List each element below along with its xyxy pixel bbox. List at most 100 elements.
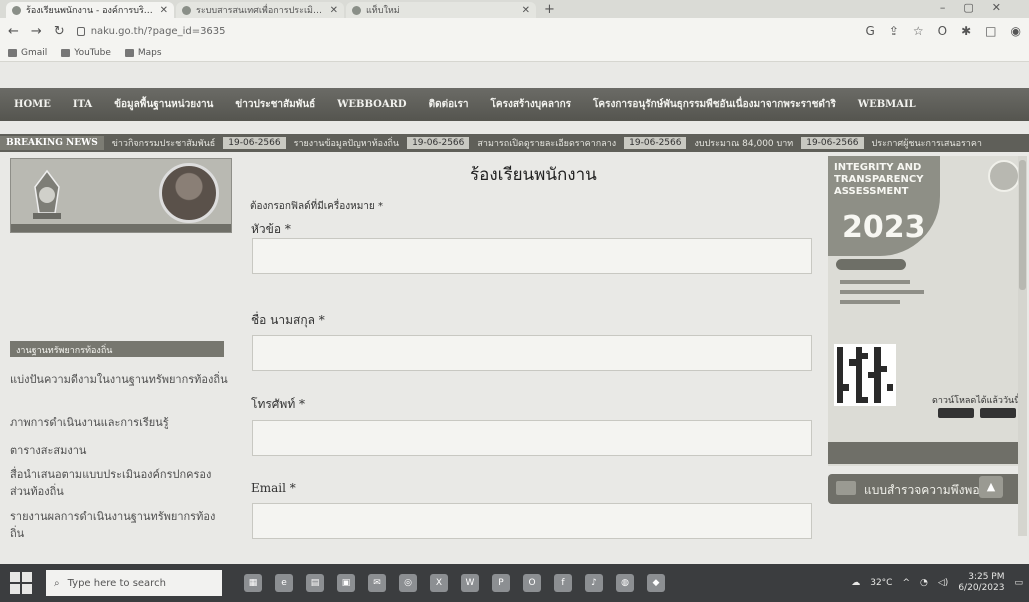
sidebar-heading: งานฐานทรัพยากรท้องถิ่น bbox=[10, 341, 224, 357]
star-icon[interactable]: ☆ bbox=[913, 24, 924, 38]
ita-title-line: ASSESSMENT bbox=[834, 186, 909, 197]
forward-arrow-icon[interactable]: → bbox=[31, 24, 42, 39]
nav-structure[interactable]: โครงสร้างบุคลากร bbox=[491, 97, 572, 112]
opera-icon[interactable]: O bbox=[523, 574, 541, 592]
gmail-icon bbox=[8, 48, 17, 57]
bookmark-gmail[interactable]: Gmail bbox=[8, 48, 47, 58]
sidebar-item[interactable]: สื่อนำเสนอตามแบบประเมินองค์กรปกครองส่วนท… bbox=[10, 466, 228, 500]
ticker-item[interactable]: สามารถเปิดดูรายละเอียดราคากลาง bbox=[477, 136, 616, 150]
survey-label: แบบสำรวจความพึงพอใจ bbox=[864, 483, 993, 497]
taskbar-search-placeholder: Type here to search bbox=[67, 577, 166, 589]
taskbar-clock[interactable]: 3:25 PM 6/20/2023 bbox=[958, 572, 1004, 594]
opera-icon[interactable]: O bbox=[938, 24, 947, 38]
breaking-news-label: BREAKING NEWS bbox=[0, 136, 104, 150]
window-controls[interactable]: –▢✕ bbox=[940, 1, 1019, 14]
ticker-date: 19-06-2566 bbox=[801, 137, 864, 149]
extensions-icon[interactable]: ✱ bbox=[961, 24, 971, 38]
network-icon[interactable]: ◔ bbox=[920, 578, 928, 588]
file-explorer-icon[interactable]: ▤ bbox=[306, 574, 324, 592]
nav-plant-project[interactable]: โครงการอนุรักษ์พันธุกรรมพืชอันเนื่องมาจา… bbox=[593, 97, 836, 112]
notifications-icon[interactable]: ▭ bbox=[1014, 578, 1023, 588]
task-view-icon[interactable]: ▦ bbox=[244, 574, 262, 592]
browser-toolbar-icons: G ⇪ ☆ O ✱ □ ◉ bbox=[866, 24, 1021, 38]
sidebar-item[interactable]: ภาพการดำเนินงานและการเรียนรู้ bbox=[10, 414, 228, 431]
facebook-icon[interactable]: f bbox=[554, 574, 572, 592]
ticker-item[interactable]: ประกาศผู้ชนะการเสนอราคา bbox=[872, 136, 982, 150]
bookmarks-bar: Gmail YouTube Maps bbox=[0, 44, 1029, 62]
full-name-input[interactable] bbox=[252, 335, 812, 371]
google-icon[interactable]: G bbox=[866, 24, 875, 38]
windows-taskbar: ⌕ Type here to search ▦ e ▤ ▣ ✉ ◎ X W P … bbox=[0, 564, 1029, 602]
sidebar-item[interactable]: รายงานผลการดำเนินงานฐานทรัพยากรท้องถิ่น bbox=[10, 508, 228, 542]
tray-overflow-icon[interactable]: ^ bbox=[902, 578, 910, 588]
browser-tab[interactable]: ระบบสารสนเทศเพื่อการประเมินผลการ ✕ bbox=[176, 2, 344, 18]
sidebar-item[interactable]: แบ่งปันความดีงามในงานฐานทรัพยากรท้องถิ่น bbox=[10, 371, 228, 388]
email-input[interactable] bbox=[252, 503, 812, 539]
person-icon bbox=[988, 160, 1020, 192]
breaking-news-ticker: BREAKING NEWS ข่าวกิจกรรมประชาสัมพันธ์ 1… bbox=[0, 134, 1029, 152]
sidebar-item[interactable]: ตารางสะสมงาน bbox=[10, 442, 228, 459]
close-icon[interactable]: ✕ bbox=[330, 5, 338, 16]
close-icon[interactable]: ✕ bbox=[522, 5, 530, 16]
mail-icon[interactable]: ✉ bbox=[368, 574, 386, 592]
bookmark-maps[interactable]: Maps bbox=[124, 48, 162, 58]
share-icon[interactable]: ⇪ bbox=[889, 24, 899, 38]
edge-icon[interactable]: e bbox=[275, 574, 293, 592]
ita-footer-bar bbox=[828, 442, 1026, 464]
taskbar-search[interactable]: ⌕ Type here to search bbox=[46, 570, 222, 596]
globe-icon bbox=[12, 5, 21, 15]
nav-news[interactable]: ข่าวประชาสัมพันธ์ bbox=[235, 97, 315, 112]
nav-webboard[interactable]: WEBBOARD bbox=[337, 99, 406, 110]
nav-contact[interactable]: ติดต่อเรา bbox=[429, 97, 469, 112]
scrollbar-thumb[interactable] bbox=[1019, 160, 1026, 290]
excel-icon[interactable]: X bbox=[430, 574, 448, 592]
subject-input[interactable] bbox=[252, 238, 812, 274]
ticker-item[interactable]: งบประมาณ 84,000 บาท bbox=[694, 136, 793, 150]
field-label-email: Email * bbox=[251, 481, 296, 495]
volume-icon[interactable]: ◁) bbox=[938, 578, 948, 588]
browser-tab[interactable]: แท็บใหม่ ✕ bbox=[346, 2, 536, 18]
back-arrow-icon[interactable]: ← bbox=[8, 24, 19, 39]
app-icon[interactable]: ◍ bbox=[616, 574, 634, 592]
profile-icon[interactable]: ◉ bbox=[1011, 24, 1021, 38]
window-icon[interactable]: □ bbox=[985, 24, 996, 38]
clock-time: 3:25 PM bbox=[968, 572, 1005, 582]
windows-start-icon[interactable] bbox=[10, 572, 32, 594]
play-store-icon bbox=[980, 408, 1016, 418]
nav-basic-info[interactable]: ข้อมูลพื้นฐานหน่วยงาน bbox=[114, 97, 213, 112]
emblem-icon bbox=[33, 169, 61, 219]
browser-tab-active[interactable]: ร้องเรียนพนักงาน - องค์การบริหารส่วน ✕ bbox=[6, 2, 174, 18]
phone-input[interactable] bbox=[252, 420, 812, 456]
download-text: ดาวน์โหลดได้แล้ววันนี้ bbox=[932, 396, 1021, 406]
bookmark-youtube[interactable]: YouTube bbox=[61, 48, 111, 58]
ita-year: 2023 bbox=[842, 210, 926, 245]
url-text: naku.go.th/?page_id=3635 bbox=[90, 25, 226, 37]
ticker-item[interactable]: ข่าวกิจกรรมประชาสัมพันธ์ bbox=[112, 136, 216, 150]
required-note: ต้องกรอกฟิลด์ที่มีเครื่องหมาย * bbox=[250, 201, 383, 212]
new-tab-icon[interactable]: + bbox=[544, 2, 555, 17]
nav-webmail[interactable]: WEBMAIL bbox=[858, 99, 916, 110]
reload-icon[interactable]: ↻ bbox=[54, 24, 65, 39]
app-store-icon bbox=[938, 408, 974, 418]
messenger-icon[interactable]: ◆ bbox=[647, 574, 665, 592]
url-field[interactable]: naku.go.th/?page_id=3635 bbox=[76, 25, 226, 37]
word-icon[interactable]: W bbox=[461, 574, 479, 592]
powerpoint-icon[interactable]: P bbox=[492, 574, 510, 592]
ita-pill bbox=[836, 259, 906, 270]
store-icon[interactable]: ▣ bbox=[337, 574, 355, 592]
scroll-to-top-button[interactable]: ▲ bbox=[979, 476, 1003, 498]
weather-temp[interactable]: 32°C bbox=[870, 578, 892, 588]
ita-banner[interactable]: INTEGRITY AND TRANSPARENCY ASSESSMENT 20… bbox=[828, 156, 1026, 466]
field-label-subject: หัวข้อ * bbox=[251, 222, 291, 236]
globe-icon bbox=[352, 5, 361, 15]
chrome-icon[interactable]: ◎ bbox=[399, 574, 417, 592]
nav-ita[interactable]: ITA bbox=[73, 99, 92, 110]
tab-label: แท็บใหม่ bbox=[366, 6, 400, 16]
field-label-name: ชื่อ นามสกุล * bbox=[251, 313, 325, 327]
tiktok-icon[interactable]: ♪ bbox=[585, 574, 603, 592]
ticker-item[interactable]: รายงานข้อมูลปัญหาท้องถิ่น bbox=[294, 136, 399, 150]
weather-icon[interactable]: ☁ bbox=[851, 578, 860, 588]
ita-text-line bbox=[840, 290, 924, 294]
close-icon[interactable]: ✕ bbox=[160, 5, 168, 16]
nav-home[interactable]: HOME bbox=[14, 99, 51, 110]
